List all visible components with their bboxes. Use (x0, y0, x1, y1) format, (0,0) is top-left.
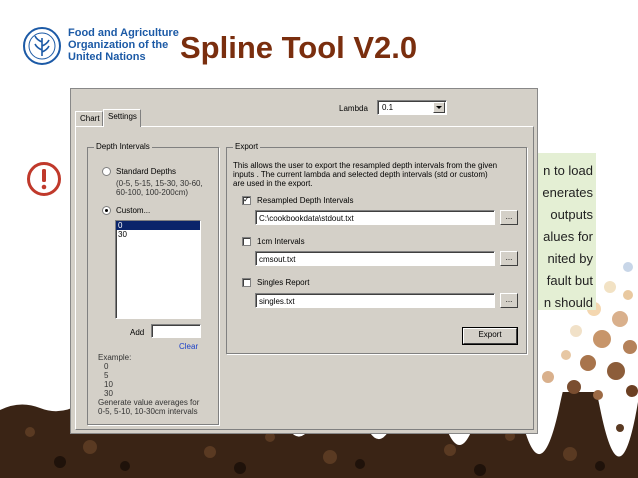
tab-chart[interactable]: Chart (75, 111, 103, 126)
export-group: Export This allows the user to export th… (226, 142, 527, 354)
add-label: Add (130, 328, 145, 337)
resampled-path-value: C:\cookbookdata\stdout.txt (259, 214, 354, 223)
alert-icon (27, 162, 61, 196)
example-text: 5 (104, 371, 109, 380)
note-line: n to load (543, 163, 593, 178)
custom-depths-radio[interactable] (102, 206, 111, 215)
example-text: 30 (104, 389, 113, 398)
resampled-path-input[interactable]: C:\cookbookdata\stdout.txt (255, 210, 495, 225)
custom-depths-list[interactable]: 0 30 (115, 220, 201, 319)
example-text: Generate value averages for (98, 398, 200, 407)
example-text: 10 (104, 380, 113, 389)
singles-browse-button[interactable]: ... (500, 293, 518, 308)
lambda-label: Lambda (339, 104, 368, 113)
org-line-3: United Nations (68, 51, 146, 63)
1cm-intervals-label: 1cm Intervals (257, 237, 305, 246)
resampled-browse-button[interactable]: ... (500, 210, 518, 225)
note-box: n to load enerates outputs alues for nit… (534, 153, 596, 310)
example-text: 0-5, 5-10, 10-30cm intervals (98, 407, 198, 416)
export-legend: Export (233, 142, 261, 151)
standard-depths-desc: 60-100, 100-200cm) (116, 188, 189, 197)
list-item[interactable]: 30 (116, 230, 200, 239)
1cm-path-value: cmsout.txt (259, 255, 296, 264)
tab-settings[interactable]: Settings (103, 109, 141, 127)
standard-depths-desc: (0-5, 5-15, 15-30, 30-60, (116, 179, 203, 188)
slide-title: Spline Tool V2.0 (180, 30, 418, 65)
note-line: outputs (550, 207, 593, 222)
export-description: are used in the export. (233, 179, 313, 188)
1cm-path-input[interactable]: cmsout.txt (255, 251, 495, 266)
add-depth-input[interactable] (151, 324, 201, 338)
singles-report-label: Singles Report (257, 278, 310, 287)
1cm-browse-button[interactable]: ... (500, 251, 518, 266)
singles-path-input[interactable]: singles.txt (255, 293, 495, 308)
export-description: This allows the user to export the resam… (233, 161, 498, 170)
note-line: n should (543, 295, 593, 310)
export-button[interactable]: Export (462, 327, 518, 345)
spline-tool-window: Lambda 0.1 Chart Settings Depth Interval… (70, 88, 538, 434)
org-line-2: Organization of the (68, 39, 169, 51)
fao-logo-icon (23, 27, 61, 65)
export-description: inputs . The current lambda and selected… (233, 170, 488, 179)
example-text: Example: (98, 353, 132, 362)
standard-depths-label: Standard Depths (116, 167, 177, 176)
note-line: fault but (546, 273, 593, 288)
singles-path-value: singles.txt (259, 297, 295, 306)
settings-panel: Depth Intervals Standard Depths (0-5, 5-… (75, 126, 534, 430)
resampled-intervals-checkbox[interactable] (242, 195, 251, 205)
depth-intervals-legend: Depth Intervals (94, 142, 152, 151)
depth-intervals-group: Depth Intervals Standard Depths (0-5, 5-… (87, 142, 219, 425)
lambda-select[interactable]: 0.1 (377, 100, 447, 115)
1cm-intervals-checkbox[interactable] (242, 237, 251, 246)
standard-depths-radio[interactable] (102, 167, 111, 176)
note-line: enerates (542, 185, 593, 200)
clear-link[interactable]: Clear (179, 342, 198, 351)
custom-depths-label: Custom... (116, 206, 151, 215)
example-text: 0 (104, 362, 109, 371)
org-line-1: Food and Agriculture (68, 27, 179, 39)
chevron-down-icon[interactable] (433, 102, 445, 113)
resampled-intervals-label: Resampled Depth Intervals (257, 196, 354, 205)
singles-report-checkbox[interactable] (242, 278, 251, 287)
note-line: alues for (543, 229, 593, 244)
lambda-value: 0.1 (382, 103, 394, 112)
org-name: Food and Agriculture Organization of the… (68, 27, 179, 63)
list-item[interactable]: 0 (116, 221, 200, 230)
note-line: nited by (547, 251, 593, 266)
